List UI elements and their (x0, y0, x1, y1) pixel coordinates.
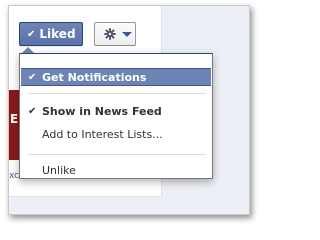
liked-button[interactable]: ✔ Liked (19, 22, 83, 46)
gear-icon (104, 28, 116, 40)
menu-item-label: Show in News Feed (42, 104, 162, 118)
menu-divider (28, 154, 206, 155)
menu-item-add-to-interest-lists[interactable]: Add to Interest Lists... (21, 125, 211, 143)
menu-item-label: Add to Interest Lists... (42, 127, 163, 141)
liked-button-label: Liked (39, 27, 76, 41)
menu-item-show-in-news-feed[interactable]: ✔ Show in News Feed (21, 102, 211, 120)
menu-item-label: Unlike (42, 163, 76, 177)
caret-down-icon (122, 31, 132, 37)
checkmark-icon: ✔ (27, 28, 36, 40)
menu-item-label: Get Notifications (42, 70, 147, 84)
menu-item-unlike[interactable]: Unlike (21, 161, 211, 179)
menu-item-get-notifications[interactable]: ✔ Get Notifications (21, 68, 211, 86)
settings-dropdown-button[interactable] (94, 22, 136, 46)
settings-dropdown-menu: ✔ Get Notifications ✔ Show in News Feed … (19, 53, 213, 179)
menu-divider (28, 93, 206, 94)
checkmark-icon: ✔ (28, 71, 37, 83)
cover-photo-text: E (10, 112, 19, 126)
checkmark-icon: ✔ (28, 105, 37, 117)
screenshot-frame: E xc ✔ Liked ✔ Get Notifications ✔ Show … (8, 5, 250, 215)
truncated-link-text[interactable]: xc (9, 171, 19, 181)
